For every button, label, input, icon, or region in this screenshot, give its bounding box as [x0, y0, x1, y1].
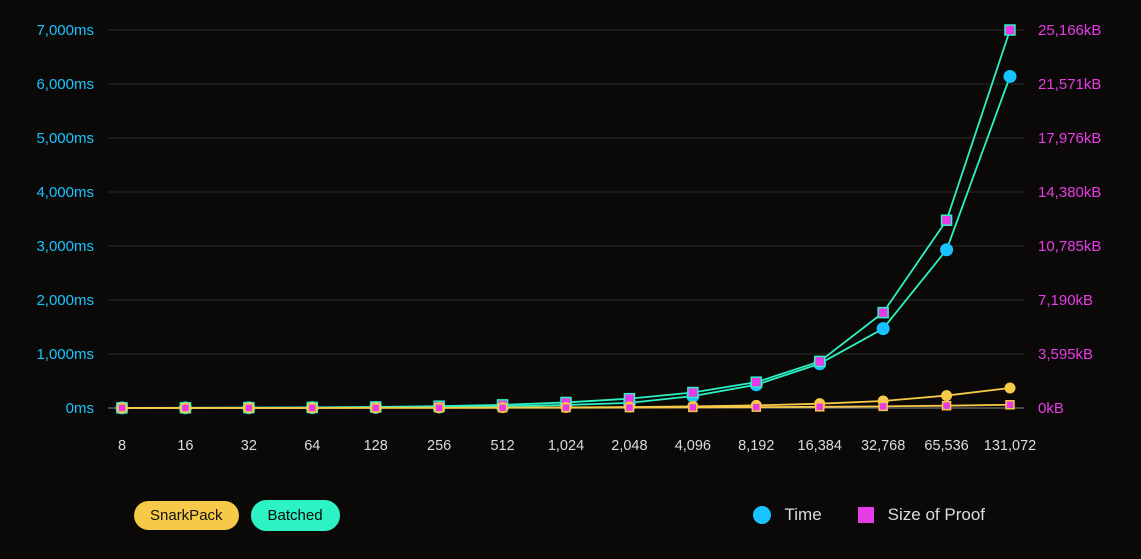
- y-right-tick: 7,190kB: [1038, 292, 1093, 309]
- y-left-tick: 3,000ms: [36, 238, 94, 255]
- y-left-tick: 2,000ms: [36, 292, 94, 309]
- y-right-tick: 25,166kB: [1038, 22, 1101, 39]
- data-point[interactable]: [625, 404, 633, 412]
- y-left-tick: 1,000ms: [36, 346, 94, 363]
- x-tick: 128: [364, 438, 388, 454]
- data-point[interactable]: [752, 403, 760, 411]
- x-tick: 256: [427, 438, 451, 454]
- x-tick: 8,192: [738, 438, 774, 454]
- data-point[interactable]: [181, 404, 189, 412]
- x-tick: 16,384: [798, 438, 842, 454]
- x-tick: 64: [304, 438, 320, 454]
- x-tick: 32: [241, 438, 257, 454]
- legend-label: Time: [785, 505, 822, 525]
- y-right-tick: 3,595kB: [1038, 346, 1093, 363]
- series-toggle-snarkpack[interactable]: SnarkPack: [134, 501, 239, 530]
- data-point[interactable]: [1005, 25, 1015, 35]
- y-right-tick: 21,571kB: [1038, 76, 1101, 93]
- data-point[interactable]: [879, 402, 887, 410]
- data-point[interactable]: [1006, 401, 1014, 409]
- data-point[interactable]: [940, 243, 953, 256]
- y-right-tick: 17,976kB: [1038, 130, 1101, 147]
- data-point[interactable]: [1005, 383, 1016, 394]
- benchmark-chart: 0ms 0kB 1,000ms 3,595kB 2,000ms 7,190kB 3,000m…: [0, 0, 1141, 559]
- y-right-tick: 0kB: [1038, 400, 1064, 417]
- y-left-tick: 0ms: [66, 400, 94, 417]
- x-tick: 4,096: [675, 438, 711, 454]
- data-point[interactable]: [942, 215, 952, 225]
- data-point[interactable]: [372, 404, 380, 412]
- data-point[interactable]: [118, 404, 126, 412]
- pill-label: Batched: [268, 507, 323, 524]
- y-left-tick: 5,000ms: [36, 130, 94, 147]
- data-point[interactable]: [435, 404, 443, 412]
- data-point[interactable]: [689, 403, 697, 411]
- legend-time: Time: [753, 505, 822, 525]
- data-point[interactable]: [943, 402, 951, 410]
- y-left-tick: 6,000ms: [36, 76, 94, 93]
- x-tick: 32,768: [861, 438, 905, 454]
- data-point[interactable]: [688, 388, 698, 398]
- pill-label: SnarkPack: [150, 507, 223, 524]
- data-point[interactable]: [815, 356, 825, 366]
- series-line: [122, 30, 1010, 408]
- x-tick: 1,024: [548, 438, 584, 454]
- y-right-tick: 10,785kB: [1038, 238, 1101, 255]
- x-tick: 131,072: [984, 438, 1036, 454]
- x-tick: 16: [177, 438, 193, 454]
- legend-size: Size of Proof: [858, 505, 985, 525]
- series-toggle-batched[interactable]: Batched: [251, 500, 340, 531]
- series-line: [122, 76, 1010, 407]
- circle-icon: [753, 506, 771, 524]
- x-tick: 65,536: [924, 438, 968, 454]
- data-point[interactable]: [1004, 70, 1017, 83]
- data-point[interactable]: [308, 404, 316, 412]
- data-point[interactable]: [878, 308, 888, 318]
- square-icon: [858, 507, 874, 523]
- chart-canvas: 0ms 0kB 1,000ms 3,595kB 2,000ms 7,190kB 3,000m…: [0, 0, 1141, 559]
- x-tick: 8: [118, 438, 126, 454]
- y-left-tick: 4,000ms: [36, 184, 94, 201]
- data-point[interactable]: [751, 377, 761, 387]
- data-point[interactable]: [941, 390, 952, 401]
- x-tick: 2,048: [611, 438, 647, 454]
- y-left-tick: 7,000ms: [36, 22, 94, 39]
- x-tick: 512: [490, 438, 514, 454]
- y-right-tick: 14,380kB: [1038, 184, 1101, 201]
- legend: SnarkPack Batched Time Size of Proof: [0, 495, 1141, 535]
- data-point[interactable]: [816, 403, 824, 411]
- legend-label: Size of Proof: [888, 505, 985, 525]
- data-point[interactable]: [562, 404, 570, 412]
- data-point[interactable]: [499, 404, 507, 412]
- data-point[interactable]: [877, 322, 890, 335]
- data-point[interactable]: [245, 404, 253, 412]
